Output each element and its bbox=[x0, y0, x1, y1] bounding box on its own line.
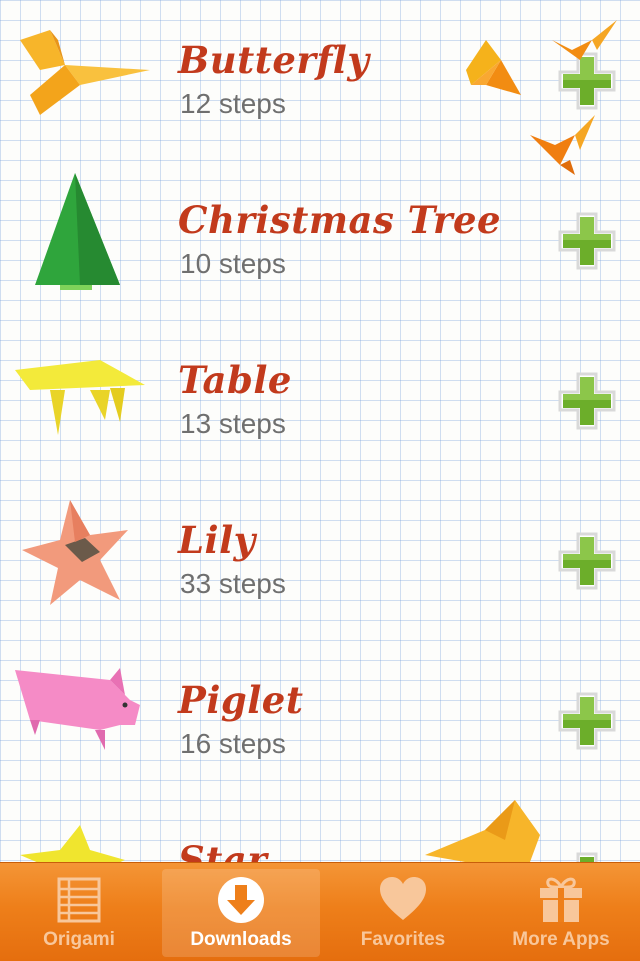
item-steps: 33 steps bbox=[180, 568, 286, 599]
tab-more-apps[interactable]: More Apps bbox=[482, 863, 640, 961]
tab-bar: Origami Downloads Favorites More Apps bbox=[0, 862, 640, 961]
plus-icon bbox=[558, 372, 616, 430]
tab-label: Origami bbox=[43, 929, 115, 950]
add-button[interactable] bbox=[556, 690, 618, 752]
tab-origami[interactable]: Origami bbox=[0, 863, 158, 961]
list-item[interactable]: Christmas Tree 10 steps bbox=[0, 160, 640, 320]
add-button[interactable] bbox=[556, 530, 618, 592]
gift-icon bbox=[536, 875, 586, 925]
list-icon bbox=[54, 875, 104, 925]
add-button[interactable] bbox=[556, 210, 618, 272]
item-title: Piglet bbox=[178, 678, 304, 722]
tab-downloads[interactable]: Downloads bbox=[162, 869, 320, 957]
tab-favorites[interactable]: Favorites bbox=[324, 863, 482, 961]
butterfly-thumbnail bbox=[10, 10, 150, 130]
item-title: Butterfly bbox=[178, 38, 370, 82]
tab-label: More Apps bbox=[512, 929, 610, 950]
item-steps: 10 steps bbox=[180, 248, 286, 279]
piglet-thumbnail bbox=[10, 650, 150, 770]
plus-icon bbox=[558, 212, 616, 270]
list-item[interactable]: Table 13 steps bbox=[0, 320, 640, 480]
item-title: Lily bbox=[178, 518, 256, 562]
item-steps: 12 steps bbox=[180, 88, 286, 119]
plus-icon bbox=[558, 692, 616, 750]
add-button[interactable] bbox=[556, 850, 618, 862]
download-icon bbox=[216, 875, 266, 925]
bird-decoration-icon bbox=[552, 20, 622, 70]
item-title: Table bbox=[178, 358, 292, 402]
origami-list[interactable]: Butterfly 12 steps Christmas Tree 10 ste… bbox=[0, 0, 640, 862]
tab-label: Downloads bbox=[190, 929, 292, 950]
item-title: Star bbox=[178, 838, 268, 862]
plus-icon bbox=[576, 852, 598, 862]
lily-thumbnail bbox=[10, 490, 150, 610]
list-item[interactable]: Piglet 16 steps bbox=[0, 640, 640, 800]
bird-decoration-icon bbox=[466, 40, 526, 100]
star-thumbnail bbox=[10, 810, 150, 862]
bird-decoration-icon bbox=[425, 800, 545, 862]
list-item[interactable]: Lily 33 steps bbox=[0, 480, 640, 640]
item-steps: 16 steps bbox=[180, 728, 286, 759]
item-title: Christmas Tree bbox=[178, 198, 502, 242]
christmas-tree-thumbnail bbox=[10, 170, 150, 290]
tab-label: Favorites bbox=[360, 929, 446, 950]
heart-icon bbox=[378, 875, 428, 925]
add-button[interactable] bbox=[556, 370, 618, 432]
plus-icon bbox=[558, 532, 616, 590]
table-thumbnail bbox=[10, 330, 150, 450]
item-steps: 13 steps bbox=[180, 408, 286, 439]
